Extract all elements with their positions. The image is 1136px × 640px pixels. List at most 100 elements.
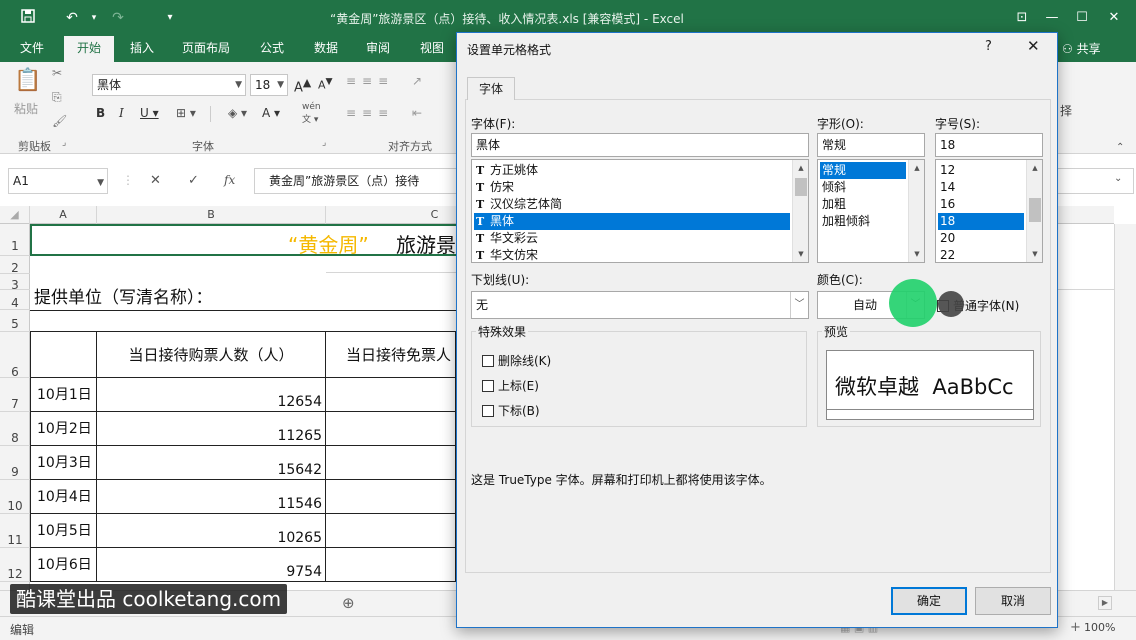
header-cell-a6[interactable] [30, 331, 97, 378]
scroll-thumb[interactable] [1029, 198, 1041, 222]
row-header-1[interactable]: 1 [0, 224, 30, 256]
value-cell[interactable]: 11265 [97, 412, 326, 446]
scroll-up-icon[interactable]: ▲ [1027, 160, 1042, 176]
undo-dropdown-icon[interactable]: ▾ [84, 8, 104, 28]
tab-formulas[interactable]: 公式 [250, 36, 294, 62]
dialog-launcher-icon[interactable]: ⌟ [62, 138, 66, 148]
undo-icon[interactable]: ↶ [62, 8, 82, 28]
tab-home[interactable]: 开始 [64, 36, 114, 63]
save-icon[interactable] [18, 8, 38, 28]
value-cell[interactable]: 15642 [97, 446, 326, 480]
style-option[interactable]: 加粗 [820, 196, 906, 213]
format-painter-icon[interactable]: 🖌 [52, 114, 67, 128]
empty-cell[interactable] [326, 514, 456, 548]
align-horizontal-icons[interactable]: ≡≡≡ [346, 106, 394, 120]
font-list[interactable]: T 方正姚体 T 仿宋 T 汉仪综艺体简 T 黑体 T 华文彩云 T 华文仿宋 ▲ ▼ [471, 159, 809, 263]
row-header-10[interactable]: 10 [0, 480, 30, 514]
row-header-12[interactable]: 12 [0, 548, 30, 582]
value-cell[interactable]: 9754 [97, 548, 326, 582]
scroll-right-icon[interactable]: ▶ [1098, 596, 1112, 610]
help-button[interactable]: ? [985, 39, 992, 54]
font-option-selected[interactable]: T 黑体 [474, 213, 790, 230]
row-header-7[interactable]: 7 [0, 378, 30, 412]
expand-formula-icon[interactable]: ⌄ [1114, 173, 1122, 184]
indent-icon[interactable]: ⇤ [412, 106, 422, 120]
size-option[interactable]: 16 [938, 196, 1024, 213]
date-cell[interactable]: 10月4日 [30, 480, 97, 514]
header-cell-b6[interactable]: 当日接待购票人数（人） [97, 331, 326, 378]
value-cell[interactable]: 11546 [97, 480, 326, 514]
fill-color-icon[interactable]: ◈ ▾ [228, 106, 247, 120]
scroll-down-icon[interactable]: ▼ [793, 246, 808, 262]
size-option[interactable]: 20 [938, 230, 1024, 247]
font-option[interactable]: T 方正姚体 [474, 162, 790, 179]
chevron-down-icon[interactable]: ﹀ [790, 292, 808, 318]
underline-icon[interactable]: U ▾ [140, 106, 159, 120]
style-option[interactable]: 倾斜 [820, 179, 906, 196]
empty-cell[interactable] [326, 446, 456, 480]
font-dialog-launcher-icon[interactable]: ⌟ [322, 138, 326, 148]
vertical-scrollbar[interactable] [1114, 224, 1136, 590]
header-cell-c6[interactable]: 当日接待免票人 [326, 331, 456, 378]
border-icon[interactable]: ⊞ ▾ [176, 106, 196, 120]
empty-cell[interactable] [326, 548, 456, 582]
scroll-down-icon[interactable]: ▼ [909, 246, 924, 262]
tab-insert[interactable]: 插入 [120, 36, 164, 62]
size-option-selected[interactable]: 18 [938, 213, 1024, 230]
minimize-button[interactable]: — [1040, 8, 1064, 28]
font-option[interactable]: T 汉仪综艺体简 [474, 196, 790, 213]
insert-function-icon[interactable]: fx [224, 173, 235, 187]
zoom-level[interactable]: 100% [1084, 621, 1115, 634]
date-cell[interactable]: 10月5日 [30, 514, 97, 548]
superscript-checkbox[interactable]: 上标(E) [482, 377, 539, 394]
collapse-ribbon-icon[interactable]: ⌃ [1116, 142, 1124, 153]
size-input[interactable]: 18 [935, 133, 1043, 157]
value-cell[interactable]: 12654 [97, 378, 326, 412]
date-cell[interactable]: 10月3日 [30, 446, 97, 480]
add-sheet-icon[interactable]: ⊕ [342, 594, 355, 612]
increase-font-icon[interactable]: A▲ [294, 76, 311, 95]
phonetic-icon[interactable]: wén 文 ▾ [302, 102, 321, 125]
cut-icon[interactable]: ✂ [52, 66, 62, 80]
share-button[interactable]: ⚇ 共享 [1062, 38, 1101, 60]
date-cell[interactable]: 10月1日 [30, 378, 97, 412]
font-name-box[interactable]: 黑体 ▼ [92, 74, 246, 96]
underline-select[interactable]: 无 ﹀ [471, 291, 809, 319]
value-cell[interactable]: 10265 [97, 514, 326, 548]
tab-page-layout[interactable]: 页面布局 [174, 36, 238, 62]
empty-cell[interactable] [326, 378, 456, 412]
paste-icon[interactable]: 📋 [14, 68, 41, 93]
tab-review[interactable]: 审阅 [356, 36, 400, 62]
copy-icon[interactable]: ⎘ [52, 90, 62, 105]
column-header-b[interactable]: B [97, 206, 326, 224]
row-header-5[interactable]: 5 [0, 310, 30, 332]
provider-label[interactable]: 提供单位（写清名称）： [34, 283, 213, 308]
redo-icon[interactable]: ↷ [108, 8, 128, 28]
orientation-icon[interactable]: ↗ [412, 74, 422, 88]
row-header-9[interactable]: 9 [0, 446, 30, 480]
style-list-scrollbar[interactable]: ▲ ▼ [908, 160, 924, 262]
subscript-checkbox[interactable]: 下标(B) [482, 402, 540, 419]
style-list[interactable]: 常规 倾斜 加粗 加粗倾斜 ▲ ▼ [817, 159, 925, 263]
decrease-font-icon[interactable]: A▼ [318, 76, 333, 92]
tab-file[interactable]: 文件 [12, 36, 52, 62]
date-cell[interactable]: 10月6日 [30, 548, 97, 582]
row-header-8[interactable]: 8 [0, 412, 30, 446]
scroll-thumb[interactable] [795, 178, 807, 196]
select-label[interactable]: 择 [1060, 102, 1072, 119]
scroll-up-icon[interactable]: ▲ [909, 160, 924, 176]
scroll-down-icon[interactable]: ▼ [1027, 246, 1042, 262]
name-box[interactable]: A1 ▼ [8, 168, 108, 194]
size-list-scrollbar[interactable]: ▲ ▼ [1026, 160, 1042, 262]
tab-view[interactable]: 视图 [410, 36, 454, 62]
date-cell[interactable]: 10月2日 [30, 412, 97, 446]
font-list-scrollbar[interactable]: ▲ ▼ [792, 160, 808, 262]
restore-button[interactable]: ☐ [1070, 8, 1094, 28]
size-list[interactable]: 12 14 16 18 20 22 ▲ ▼ [935, 159, 1043, 263]
font-input[interactable]: 黑体 [471, 133, 809, 157]
customize-toolbar-icon[interactable]: ▾ [160, 8, 180, 28]
style-option[interactable]: 加粗倾斜 [820, 213, 906, 230]
cell-a1-merged[interactable]: “黄金周” 旅游景 [30, 224, 456, 257]
row-header-6[interactable]: 6 [0, 332, 30, 379]
dialog-close-button[interactable]: ✕ [1027, 37, 1040, 55]
